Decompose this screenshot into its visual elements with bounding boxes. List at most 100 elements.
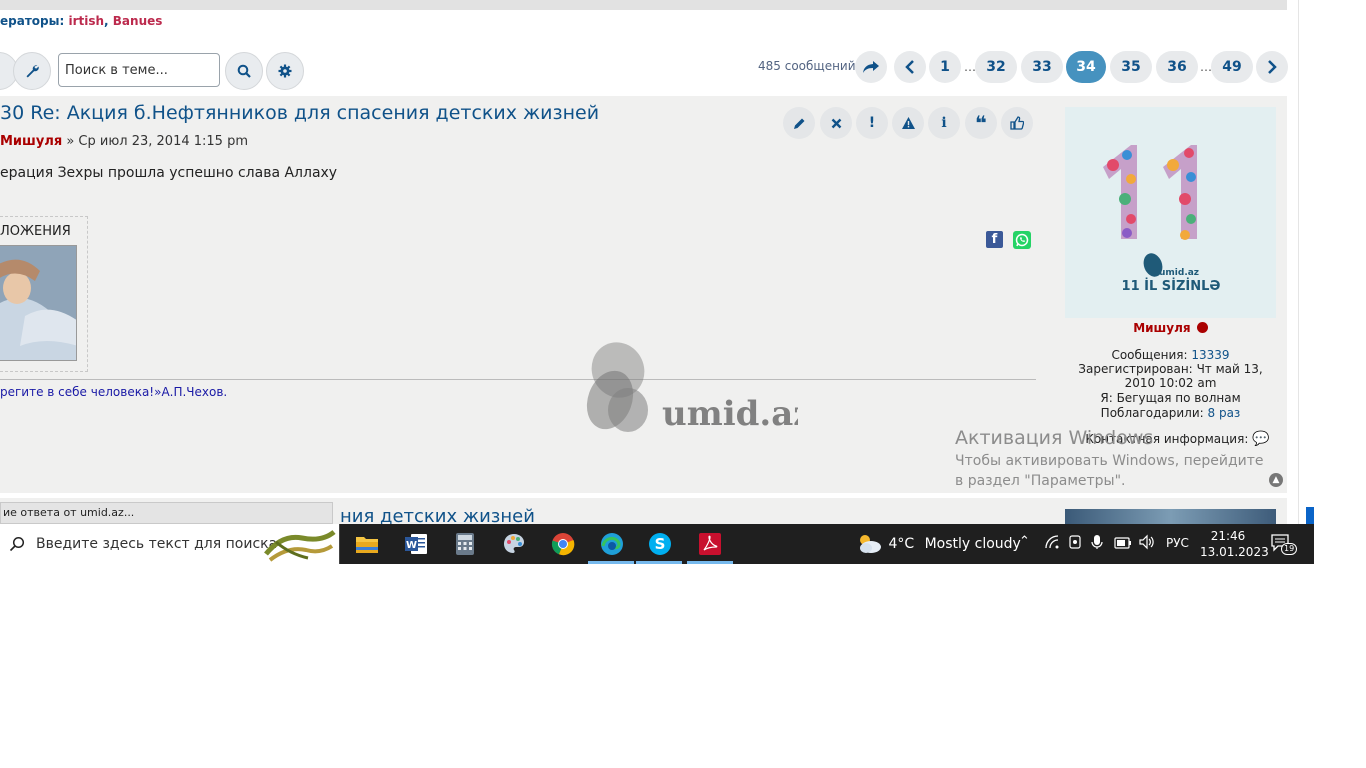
thanked-link[interactable]: 8 раз xyxy=(1208,406,1241,420)
like-button[interactable] xyxy=(1001,107,1033,139)
edit-post-button[interactable] xyxy=(783,107,815,139)
jump-to-page-button[interactable] xyxy=(855,51,887,83)
post-count: 485 сообщений xyxy=(758,59,856,73)
profile-thanked: Поблагодарили: 8 раз xyxy=(1100,406,1241,420)
prev-page-button[interactable] xyxy=(894,51,926,83)
file-explorer-icon[interactable] xyxy=(353,530,381,558)
info-icon: i xyxy=(941,115,947,131)
partly-cloudy-icon xyxy=(860,535,881,553)
acrobat-icon[interactable] xyxy=(696,530,724,558)
report-button[interactable]: ! xyxy=(856,107,888,139)
search-icon xyxy=(237,64,251,78)
gear-icon xyxy=(278,64,292,78)
microphone-icon[interactable] xyxy=(1091,534,1103,554)
facebook-share-button[interactable]: f xyxy=(986,231,1003,248)
post-date: » Ср июл 23, 2014 1:15 pm xyxy=(66,134,248,149)
windows-activation-notice: Активация Windows Чтобы активировать Win… xyxy=(955,427,1275,491)
profile-username-text[interactable]: Мишуля xyxy=(1133,321,1190,335)
offline-status-icon xyxy=(1196,322,1208,333)
info-button[interactable]: i xyxy=(928,107,960,139)
weather-widget[interactable]: 4°C Mostly cloudy xyxy=(856,532,1021,554)
skype-active-indicator xyxy=(636,561,682,564)
paint-icon[interactable] xyxy=(500,530,528,558)
share-arrow-icon xyxy=(863,61,879,73)
activation-title: Активация Windows xyxy=(955,427,1154,449)
taskbar-clock[interactable]: 21:46 13.01.2023 xyxy=(1200,528,1269,560)
calculator-icon[interactable] xyxy=(451,530,479,558)
chevron-up-icon: ▲ xyxy=(1272,475,1280,485)
moderator-link[interactable]: irtish xyxy=(68,14,104,28)
page-link[interactable]: 36 xyxy=(1156,51,1198,83)
seaweed-search-highlight-icon xyxy=(264,530,336,562)
page-link-active[interactable]: 34 xyxy=(1066,51,1106,83)
post-meta: Мишуля » Ср июл 23, 2014 1:15 pm xyxy=(0,134,248,149)
attachment-image[interactable] xyxy=(0,245,77,361)
wrench-button[interactable] xyxy=(13,52,51,90)
moderator-link[interactable]: Banues xyxy=(113,14,163,28)
signature: регите в себе человека!»А.П.Чехов. xyxy=(0,385,228,399)
page-link[interactable]: 32 xyxy=(975,51,1017,83)
user-avatar: umid.az 11 İL SİZİNLƏ xyxy=(1065,107,1276,318)
back-to-top-button[interactable]: ▲ xyxy=(1269,473,1283,487)
chevron-left-icon xyxy=(905,60,914,74)
attachments-label: ЛОЖЕНИЯ xyxy=(0,224,71,239)
messages-count-link[interactable]: 13339 xyxy=(1191,348,1229,362)
advanced-search-button[interactable] xyxy=(266,52,304,90)
quote-icon: ❝ xyxy=(975,111,987,135)
next-page-button[interactable] xyxy=(1256,51,1288,83)
skype-icon[interactable]: S xyxy=(646,530,674,558)
close-icon xyxy=(831,118,841,128)
post-title[interactable]: 30 Re: Акция б.Нефтянников для спасения … xyxy=(0,102,599,124)
activation-subtitle: Чтобы активировать Windows, перейдите в … xyxy=(955,453,1264,489)
profile-status: Я: Бегущая по волнам xyxy=(1100,391,1241,405)
signature-divider xyxy=(0,379,1036,380)
page-scrollbar-track[interactable] xyxy=(1298,0,1299,524)
quote-button[interactable]: ❝ xyxy=(965,107,997,139)
taskbar-search-box[interactable]: Введите здесь текст для поиска xyxy=(0,524,340,564)
page-link[interactable]: 1 xyxy=(929,51,961,83)
windows-taskbar: Введите здесь текст для поиска W S 4°C M… xyxy=(0,524,1314,564)
whatsapp-share-button[interactable] xyxy=(1013,231,1031,249)
avatar-image: umid.az 11 İL SİZİNLƏ xyxy=(1065,107,1276,318)
clock-date: 13.01.2023 xyxy=(1200,545,1269,559)
topic-search-input[interactable] xyxy=(58,53,220,87)
forum-header-strip xyxy=(0,0,1287,10)
acrobat-active-indicator xyxy=(687,561,733,564)
chrome-icon[interactable] xyxy=(549,530,577,558)
moderators-line: ераторы: irtish, Banues xyxy=(0,14,163,28)
delete-post-button[interactable] xyxy=(820,107,852,139)
speaker-icon[interactable] xyxy=(1139,534,1155,554)
search-button[interactable] xyxy=(225,52,263,90)
edge-icon[interactable] xyxy=(598,530,626,558)
chevron-right-icon xyxy=(1268,60,1277,74)
wifi-icon[interactable] xyxy=(1044,534,1060,554)
post-body: ерация Зехры прошла успешно слава Аллаху xyxy=(0,165,338,181)
umid-watermark-logo: umid.az xyxy=(586,342,798,434)
wrench-icon xyxy=(26,65,39,78)
browser-viewport: ераторы: irtish, Banues 485 сообщений 1 … xyxy=(0,0,1314,564)
page-link[interactable]: 33 xyxy=(1021,51,1063,83)
warn-button[interactable] xyxy=(892,107,924,139)
chevron-up-icon[interactable]: ⌃ xyxy=(1019,534,1030,549)
notification-count: 19 xyxy=(1281,543,1298,555)
post-author[interactable]: Мишуля xyxy=(0,134,62,149)
language-indicator[interactable]: РУС xyxy=(1166,536,1189,550)
moderators-label: ераторы: xyxy=(0,14,65,28)
device-icon[interactable] xyxy=(1068,534,1082,554)
clock-time: 21:46 xyxy=(1210,529,1246,543)
word-icon[interactable]: W xyxy=(402,530,430,558)
profile-registered: Зарегистрирован: Чт май 13, 2010 10:02 a… xyxy=(1078,362,1263,390)
notifications-button[interactable]: 19 xyxy=(1270,533,1298,557)
taskbar-search-placeholder: Введите здесь текст для поиска xyxy=(36,536,278,552)
profile-username[interactable]: Мишуля xyxy=(1065,321,1276,335)
battery-icon[interactable] xyxy=(1114,535,1132,554)
thumbs-up-icon xyxy=(1010,116,1024,130)
scrollbar-thumb[interactable] xyxy=(1306,507,1314,524)
page-link[interactable]: 35 xyxy=(1110,51,1152,83)
avatar-brand: umid.az xyxy=(1159,268,1199,278)
edge-active-indicator xyxy=(588,561,634,564)
weather-description: Mostly cloudy xyxy=(924,536,1021,552)
browser-status-bar: ие ответа от umid.az... xyxy=(0,502,333,524)
page-link[interactable]: 49 xyxy=(1211,51,1253,83)
whatsapp-icon xyxy=(1015,233,1029,247)
